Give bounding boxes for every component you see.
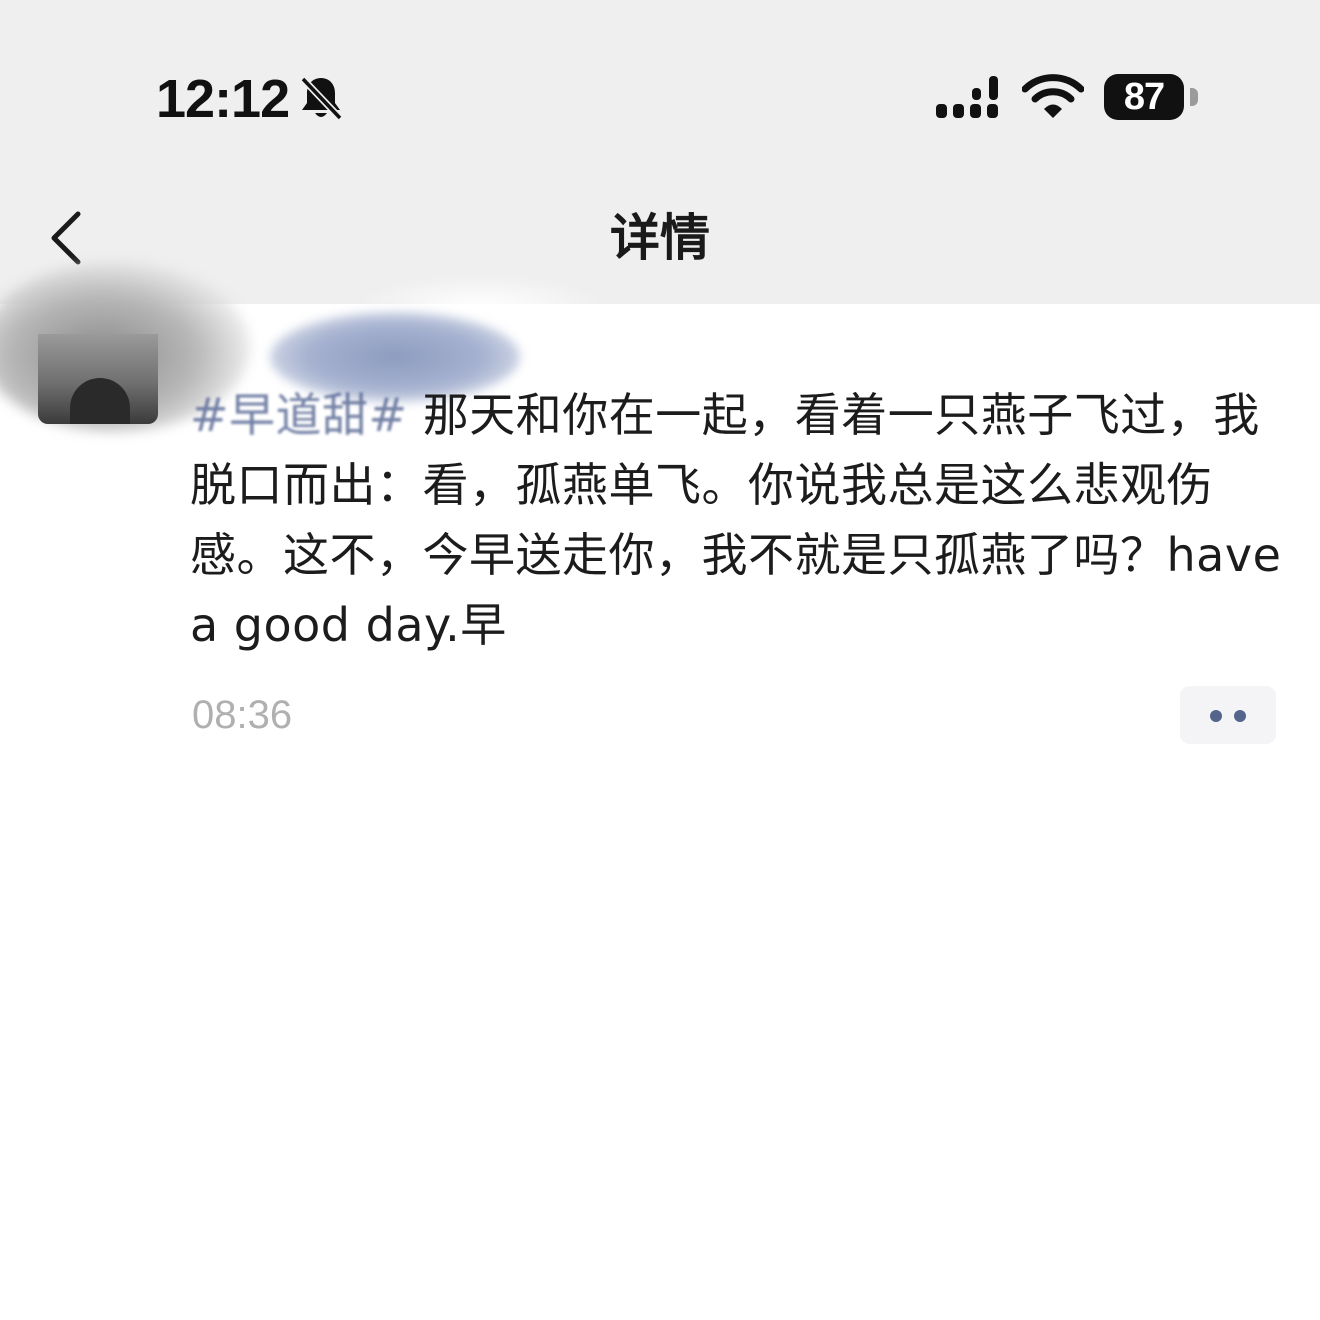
status-time: 12:12 bbox=[156, 69, 290, 129]
more-dots-icon bbox=[1234, 710, 1246, 722]
more-dots-icon bbox=[1210, 710, 1222, 722]
post-time: 08:36 bbox=[192, 693, 293, 737]
battery-icon: 87 bbox=[1104, 74, 1184, 120]
avatar[interactable] bbox=[38, 334, 158, 424]
page-title: 详情 bbox=[610, 209, 710, 267]
hashtag-text: #早道甜# bbox=[190, 388, 408, 442]
hashtag-link[interactable]: #早道甜# bbox=[190, 388, 408, 442]
battery-nub bbox=[1190, 88, 1198, 106]
cellular-signal-icon bbox=[936, 76, 998, 118]
post-content: #早道甜# 那天和你在一起，看着一只燕子飞过，我脱口而出：看，孤燕单飞。你说我总… bbox=[190, 380, 1290, 660]
wifi-icon bbox=[1022, 74, 1084, 118]
more-options-button[interactable] bbox=[1180, 686, 1276, 744]
battery-level: 87 bbox=[1123, 76, 1165, 118]
bell-slash-icon bbox=[300, 76, 343, 121]
